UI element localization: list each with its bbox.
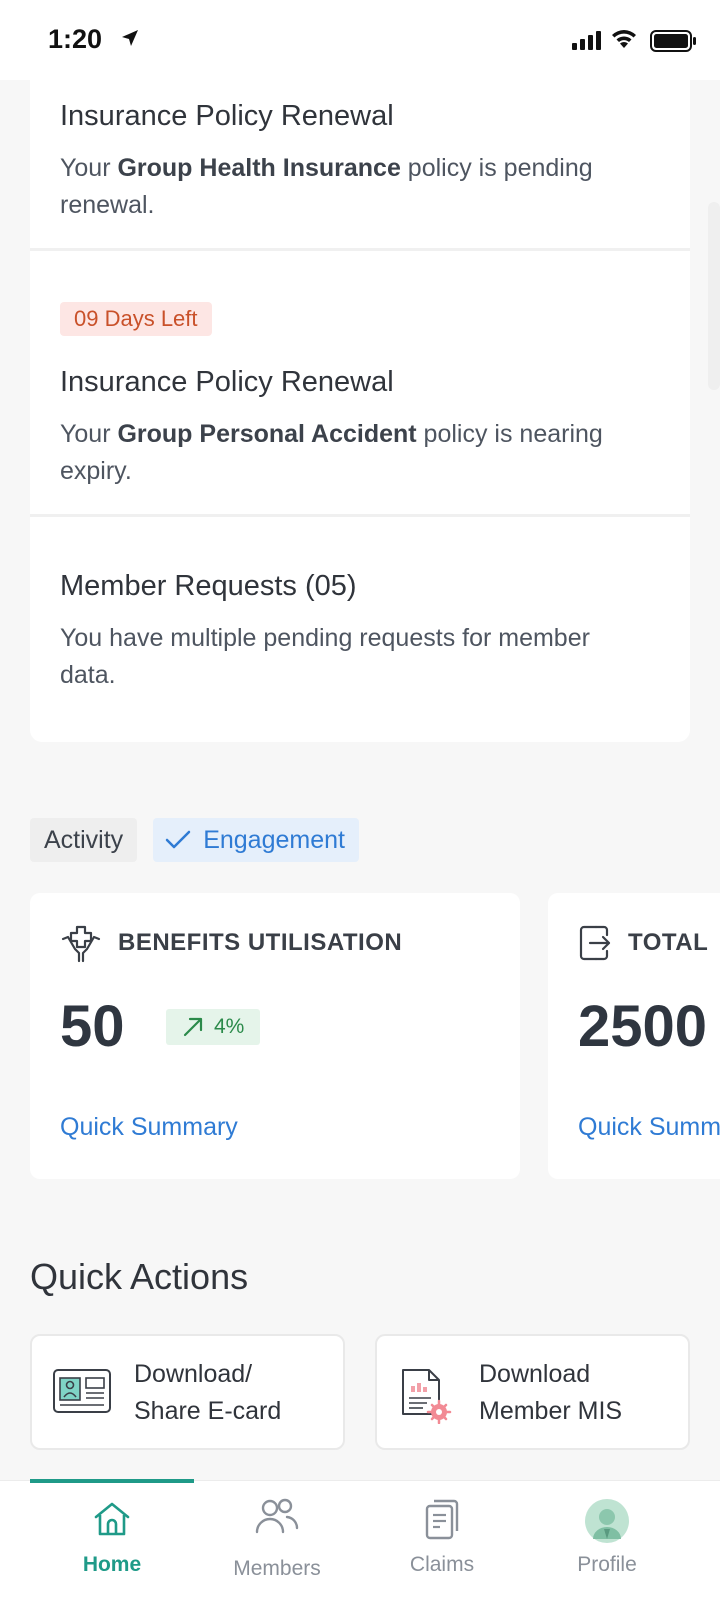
nav-label: Home	[82, 1553, 142, 1576]
divider	[30, 514, 690, 517]
location-arrow-icon	[122, 30, 138, 46]
alert-health-renewal[interactable]: Insurance Policy Renewal Your Group Heal…	[30, 98, 690, 224]
bottom-nav: Home Members Claims Profile	[0, 1479, 720, 1600]
nav-label: Claims	[409, 1553, 475, 1576]
scrollbar[interactable]	[708, 202, 720, 390]
alert-title: Insurance Policy Renewal	[60, 366, 394, 398]
trend-badge: 4%	[166, 1009, 261, 1045]
alert-member-requests[interactable]: Member Requests (05) You have multiple p…	[30, 568, 690, 694]
home-icon	[94, 1502, 130, 1536]
tab-engagement[interactable]: Engagement	[153, 818, 359, 862]
profile-avatar-icon	[585, 1499, 629, 1543]
id-card-icon	[53, 1369, 111, 1413]
nav-label: Profile	[577, 1553, 637, 1576]
report-settings-icon	[402, 1369, 452, 1424]
quick-action-label: Download Member MIS	[479, 1360, 623, 1425]
quick-summary-link[interactable]: Quick Summ	[578, 1113, 720, 1142]
days-left-badge: 09 Days Left	[60, 302, 212, 336]
tab-activity[interactable]: Activity	[30, 818, 138, 862]
tab-label: Engagement	[203, 826, 345, 854]
alerts-card: Insurance Policy Renewal Your Group Heal…	[30, 80, 690, 742]
claims-icon	[425, 1499, 459, 1540]
battery-icon	[650, 30, 696, 52]
alert-title: Insurance Policy Renewal	[60, 100, 394, 132]
nav-home[interactable]: Home	[30, 1481, 194, 1600]
metrics-tabs: Activity Engagement	[30, 818, 359, 862]
divider	[30, 248, 690, 251]
alert-description: You have multiple pending requests for m…	[60, 624, 590, 689]
status-time: 1:20	[48, 24, 103, 54]
tab-label: Activity	[44, 826, 124, 854]
trend-value: 4%	[214, 1015, 245, 1038]
metric-header: TOTAL	[578, 923, 708, 963]
members-icon	[255, 1498, 299, 1534]
download-member-mis-button[interactable]: Download Member MIS	[375, 1334, 690, 1450]
hands-medical-cross-icon	[61, 925, 101, 963]
quick-action-label: Download/ Share E-card	[134, 1360, 282, 1425]
nav-label: Members	[233, 1557, 321, 1580]
cellular-signal-icon	[572, 31, 601, 50]
nav-claims[interactable]: Claims	[360, 1481, 524, 1600]
alert-description: Your Group Health Insurance policy is pe…	[60, 154, 593, 219]
status-bar: 1:20	[0, 0, 720, 80]
metric-value: 50	[60, 994, 125, 1059]
alert-title: Member Requests (05)	[60, 570, 357, 602]
nav-profile[interactable]: Profile	[525, 1481, 689, 1600]
wifi-icon	[612, 30, 636, 48]
download-ecard-button[interactable]: Download/ Share E-card	[30, 1334, 345, 1450]
alert-accident-renewal[interactable]: 09 Days Left Insurance Policy Renewal Yo…	[30, 302, 690, 490]
metric-label: BENEFITS UTILISATION	[118, 929, 403, 956]
metric-label: TOTAL	[628, 929, 709, 956]
metric-value: 2500	[578, 994, 708, 1059]
metric-header: BENEFITS UTILISATION	[60, 923, 402, 963]
quick-summary-link[interactable]: Quick Summary	[60, 1113, 238, 1142]
checkmark-icon	[165, 830, 191, 849]
metric-card-benefits[interactable]: BENEFITS UTILISATION 50 4% Quick Summary	[30, 893, 520, 1179]
trend-up-arrow-icon	[183, 1017, 203, 1037]
exit-door-icon	[579, 925, 611, 961]
metric-card-total[interactable]: TOTAL 2500 Quick Summ	[548, 893, 720, 1179]
nav-members[interactable]: Members	[195, 1481, 359, 1600]
section-title: Quick Actions	[30, 1256, 249, 1297]
alert-description: Your Group Personal Accident policy is n…	[60, 420, 603, 485]
